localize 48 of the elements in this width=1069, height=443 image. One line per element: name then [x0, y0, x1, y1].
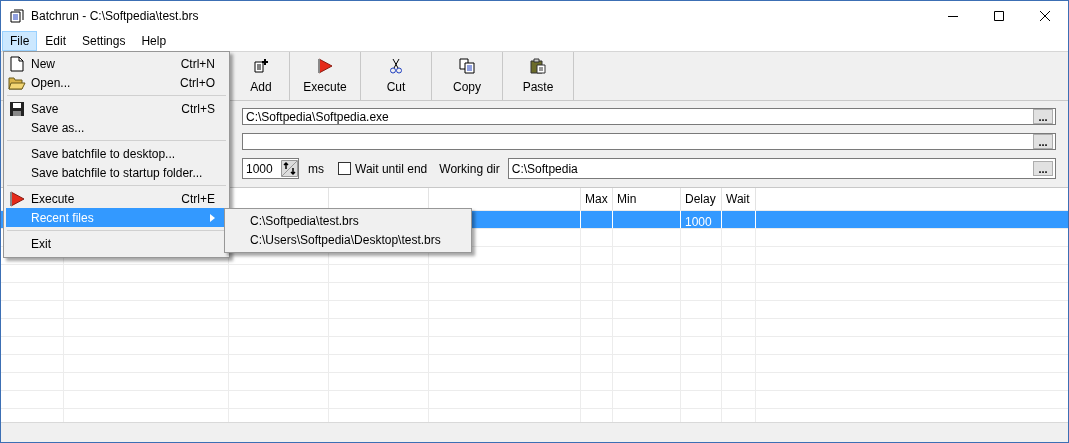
menu-item[interactable]: Save batchfile to desktop... [6, 144, 227, 163]
blank-page-icon [10, 55, 24, 72]
menu-item[interactable]: Edit [37, 31, 75, 51]
wait-checkbox[interactable]: Wait until end [338, 161, 428, 176]
add-button[interactable]: Add [233, 52, 290, 100]
play-arrow-icon [9, 190, 25, 207]
paste-button[interactable]: Paste [503, 52, 574, 100]
delay-spinbox[interactable]: 1000 [242, 158, 299, 179]
play-arrow-icon [317, 58, 333, 74]
copy-button[interactable]: Copy [432, 52, 503, 100]
clipboard-icon [530, 58, 546, 74]
column-header[interactable]: Min [613, 188, 681, 210]
working-dir-field[interactable]: C:\Softpedia ... [507, 158, 1056, 179]
menu-item[interactable]: Save as... [6, 118, 227, 137]
column-header[interactable]: Max [581, 188, 613, 210]
maximize-icon [994, 11, 1004, 21]
add-document-icon [253, 58, 269, 74]
parameters-field[interactable]: ... [242, 133, 1056, 150]
unit-label: ms [308, 161, 324, 176]
menu-item[interactable]: Save batchfile to startup folder... [6, 163, 227, 182]
menu-item[interactable]: File [2, 31, 38, 51]
menu-item[interactable]: Exit [6, 234, 227, 253]
field-label: Working dir [439, 161, 500, 176]
browse-button[interactable]: ... [1033, 161, 1053, 176]
browse-button[interactable]: ... [1033, 134, 1053, 149]
recent-file-item[interactable]: C:\Softpedia\test.brs [225, 211, 471, 230]
program-field[interactable]: C:\Softpedia\Softpedia.exe ... [242, 108, 1056, 125]
execute-button[interactable]: Execute [290, 52, 361, 100]
menu-item[interactable]: Save Ctrl+S [6, 99, 227, 118]
column-header[interactable]: Wait [722, 188, 756, 210]
app-icon [9, 8, 25, 24]
menu-item[interactable]: Settings [74, 31, 134, 51]
window-title: Batchrun - C:\Softpedia\test.brs [31, 9, 200, 23]
table-cell: 1000 [681, 211, 722, 228]
recent-file-item[interactable]: C:\Users\Softpedia\Desktop\test.brs [225, 230, 471, 249]
menu-item[interactable]: New Ctrl+N [6, 54, 227, 73]
menu-item[interactable]: Open... Ctrl+O [6, 73, 227, 92]
browse-button[interactable]: ... [1033, 109, 1053, 124]
close-icon [1040, 11, 1050, 21]
folder-icon [8, 75, 26, 90]
submenu-arrow-icon [210, 213, 215, 222]
spin-arrows-icon[interactable] [281, 160, 298, 177]
cut-button[interactable]: Cut [361, 52, 432, 100]
menu-item[interactable]: Help [133, 31, 175, 51]
menu-item[interactable]: Execute Ctrl+E [6, 189, 227, 208]
copy-icon [459, 58, 475, 74]
scissors-icon [390, 58, 402, 74]
column-header[interactable]: Delay [681, 188, 722, 210]
